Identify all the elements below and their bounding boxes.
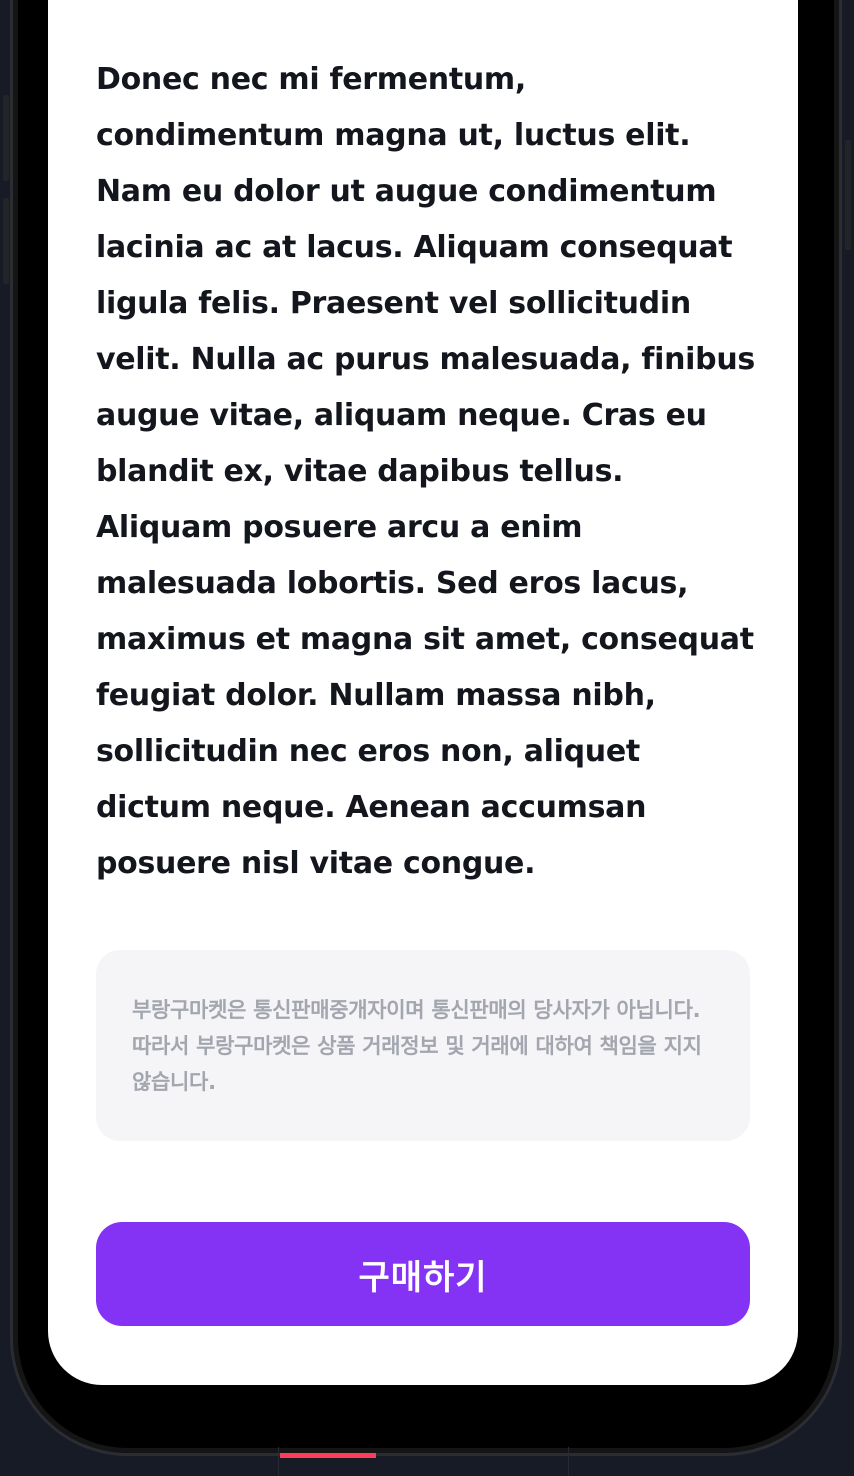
volume-up-button [3,95,9,181]
bottom-tab-bar [0,1440,854,1476]
disclaimer-notice: 부랑구마켓은 통신판매중개자이며 통신판매의 당사자가 아닙니다. 따라서 부랑… [96,950,750,1141]
buy-button[interactable]: 구매하기 [96,1222,750,1326]
product-detail-screen[interactable]: Donec nec mi fermentum, condimentum magn… [48,0,798,1385]
active-tab-indicator [280,1453,376,1458]
power-button [845,140,851,250]
disclaimer-text: 부랑구마켓은 통신판매중개자이며 통신판매의 당사자가 아닙니다. 따라서 부랑… [132,998,702,1094]
volume-down-button [3,198,9,284]
tab-divider [568,1447,569,1476]
tab-divider [278,1447,279,1476]
product-description: Donec nec mi fermentum, condimentum magn… [96,62,755,881]
app-stage: Donec nec mi fermentum, condimentum magn… [0,0,854,1476]
